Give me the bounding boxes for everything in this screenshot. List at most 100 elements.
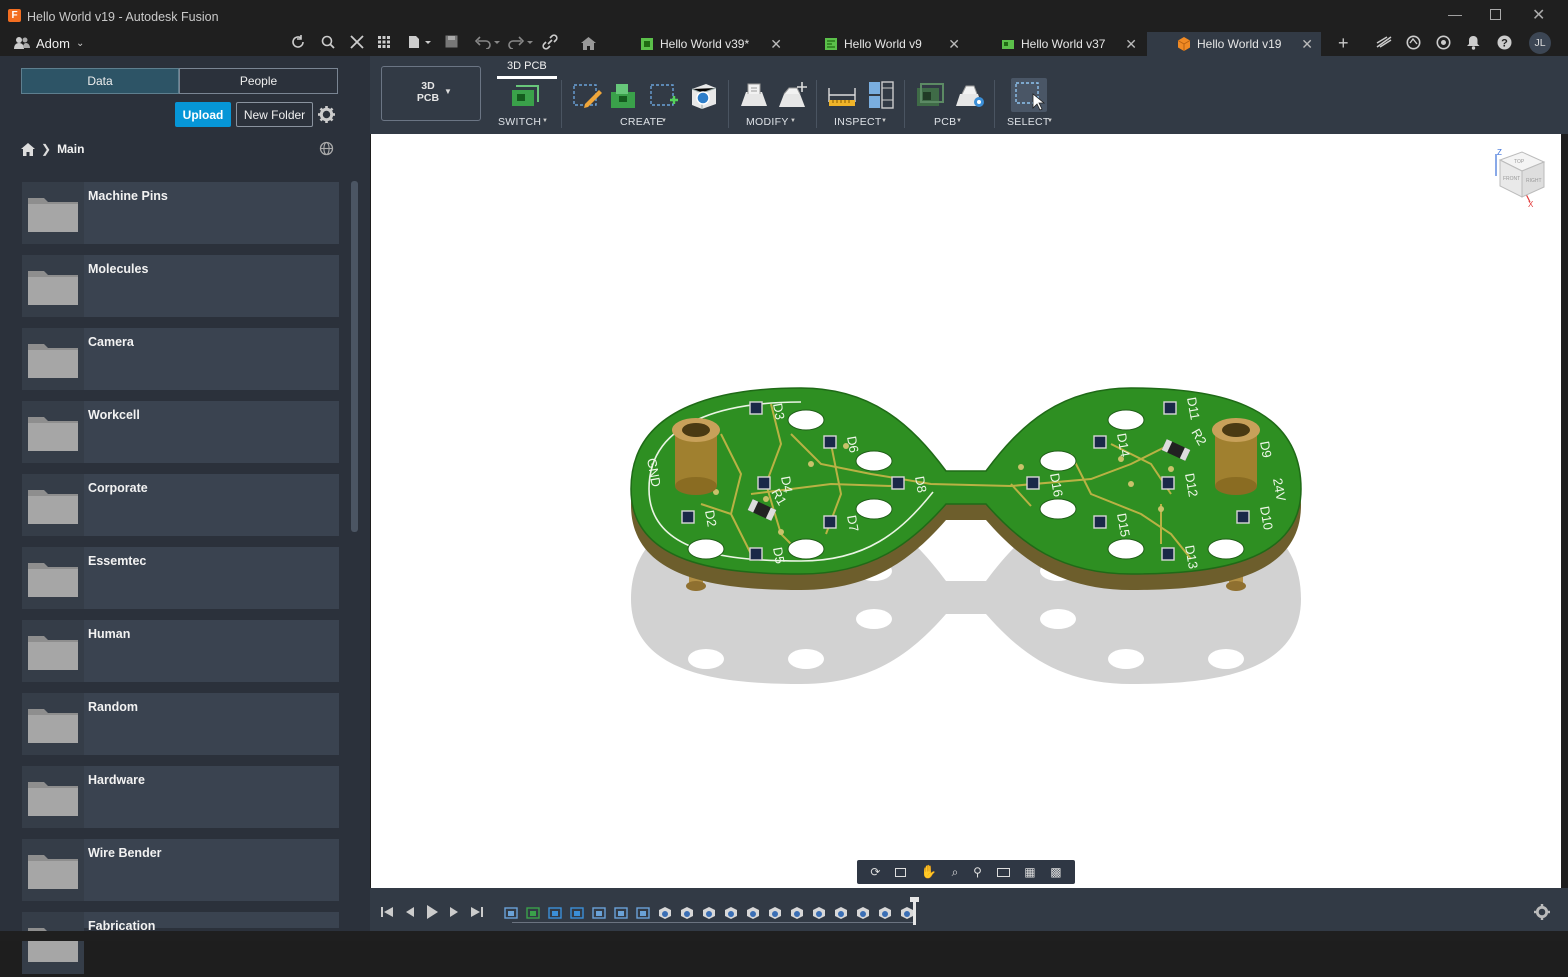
home-icon[interactable] [21, 142, 35, 156]
modify-group-label[interactable]: MODIFY [746, 116, 789, 128]
close-tab-icon[interactable]: ✕ [770, 36, 782, 53]
team-switcher[interactable]: Adom ⌄ [14, 34, 84, 52]
press-pull-icon[interactable] [738, 80, 770, 110]
folder-item[interactable]: Machine Pins [22, 182, 339, 244]
home-icon[interactable] [581, 37, 596, 50]
zoom-icon[interactable]: ⌕ [952, 865, 959, 880]
tab-hello-world-v39[interactable]: Hello World v39* ✕ [634, 32, 790, 56]
create-group-label[interactable]: CREATE [620, 116, 664, 128]
close-tab-icon[interactable]: ✕ [1301, 36, 1313, 53]
barrel-connector-left[interactable] [672, 418, 720, 495]
close-tab-icon[interactable]: ✕ [948, 36, 960, 53]
data-toggle-button[interactable]: Data [21, 68, 179, 94]
barrel-connector-right[interactable] [1212, 418, 1260, 495]
folder-item[interactable]: Hardware [22, 766, 339, 828]
timeline-feature-icon[interactable] [548, 906, 562, 920]
timeline-feature-icon[interactable] [878, 906, 892, 920]
timeline-feature-icon[interactable] [636, 906, 650, 920]
timeline-feature-icon[interactable] [768, 906, 782, 920]
measure-icon[interactable] [826, 80, 858, 110]
move-icon[interactable] [776, 80, 810, 110]
3d-viewport[interactable]: GND 24V D3 D6 D4 D2 R1 D5 D7 D8 D11 D14 … [371, 134, 1561, 888]
timeline-feature-icon[interactable] [746, 906, 760, 920]
notification-bell-icon[interactable] [1467, 35, 1480, 50]
display-settings-icon[interactable] [996, 867, 1010, 877]
extensions-icon[interactable] [1376, 36, 1392, 48]
tab-hello-world-v37[interactable]: Hello World v37 ✕ [995, 32, 1145, 56]
globe-icon[interactable] [319, 141, 334, 156]
people-toggle-button[interactable]: People [179, 68, 338, 94]
look-at-icon[interactable] [895, 867, 907, 877]
upload-button[interactable]: Upload [175, 102, 231, 127]
folder-item[interactable]: Molecules [22, 255, 339, 317]
breadcrumb-current[interactable]: Main [57, 142, 84, 156]
save-icon[interactable] [445, 35, 458, 48]
timeline-feature-icon[interactable] [834, 906, 848, 920]
switch-board-icon[interactable] [508, 82, 540, 110]
create-component-icon[interactable] [608, 80, 640, 110]
folder-item[interactable]: Random [22, 693, 339, 755]
folder-item[interactable]: Human [22, 620, 339, 682]
search-icon[interactable] [321, 35, 335, 49]
timeline-last-icon[interactable] [470, 905, 484, 919]
job-status-icon[interactable] [1406, 35, 1421, 50]
timeline-feature-icon[interactable] [680, 906, 694, 920]
undo-icon[interactable] [475, 35, 501, 49]
select-button[interactable] [1011, 78, 1047, 112]
inspect-group-label[interactable]: INSPECT [834, 116, 882, 128]
tab-hello-world-v9[interactable]: Hello World v9 ✕ [818, 32, 968, 56]
tab-hello-world-v19[interactable]: Hello World v19 ✕ [1147, 32, 1321, 56]
refresh-icon[interactable] [291, 35, 305, 49]
pan-icon[interactable]: ✋ [921, 864, 937, 880]
folder-item[interactable]: Essemtec [22, 547, 339, 609]
timeline-feature-icon[interactable] [790, 906, 804, 920]
pcb-3d-model[interactable]: GND 24V D3 D6 D4 D2 R1 D5 D7 D8 D11 D14 … [371, 134, 1561, 888]
pcb-settings-icon[interactable] [954, 80, 988, 110]
timeline-feature-icon[interactable] [614, 906, 628, 920]
timeline-first-icon[interactable] [380, 905, 394, 919]
timeline-feature-icon[interactable] [570, 906, 584, 920]
fit-icon[interactable]: ⚲ [973, 865, 982, 879]
folder-item[interactable]: Workcell [22, 401, 339, 463]
new-folder-button[interactable]: New Folder [236, 102, 313, 127]
gear-icon[interactable] [318, 106, 335, 123]
timeline-feature-icon[interactable] [658, 906, 672, 920]
workspace-switcher[interactable]: 3D PCB ▼ [381, 66, 481, 121]
timeline-feature-icon[interactable] [504, 906, 518, 920]
file-menu-icon[interactable] [408, 35, 432, 49]
folder-item[interactable]: Fabrication [22, 912, 339, 974]
redo-icon[interactable] [508, 35, 534, 49]
switch-group-label[interactable]: SWITCH [498, 116, 541, 128]
timeline-feature-icon[interactable] [592, 906, 606, 920]
folder-item[interactable]: Corporate [22, 474, 339, 536]
close-tab-icon[interactable]: ✕ [1125, 36, 1137, 53]
close-window-button[interactable]: ✕ [1532, 5, 1545, 25]
timeline-feature-icon[interactable] [856, 906, 870, 920]
timeline-feature-icon[interactable] [526, 906, 540, 920]
select-group-label[interactable]: SELECT [1007, 116, 1050, 128]
interference-icon[interactable] [866, 80, 896, 110]
timeline-feature-icon[interactable] [724, 906, 738, 920]
sketch-icon[interactable] [571, 80, 603, 110]
close-panel-icon[interactable] [350, 35, 364, 49]
avatar[interactable]: JL [1529, 32, 1551, 54]
timeline-settings-icon[interactable] [1534, 904, 1550, 920]
viewports-icon[interactable]: ▩ [1050, 865, 1061, 879]
timeline-feature-icon[interactable] [702, 906, 716, 920]
extrude-icon[interactable] [688, 80, 720, 110]
viewcube[interactable]: Z X TOP FRONT RIGHT [1486, 146, 1552, 212]
ribbon-tab-3d-pcb[interactable]: 3D PCB [507, 60, 547, 72]
pcb-group-label[interactable]: PCB [934, 116, 957, 128]
scrollbar[interactable] [351, 181, 358, 532]
create-outline-icon[interactable] [648, 80, 680, 110]
timeline-play-icon[interactable] [425, 904, 439, 920]
grid-icon[interactable]: ▦ [1024, 865, 1035, 879]
folder-item[interactable]: Camera [22, 328, 339, 390]
minimize-button[interactable]: — [1448, 6, 1462, 22]
apps-grid-icon[interactable] [378, 36, 390, 48]
orbit-icon[interactable]: ⟳ [870, 865, 880, 879]
pcb-push-icon[interactable] [914, 80, 946, 110]
timeline-previous-icon[interactable] [403, 905, 417, 919]
timeline-marker[interactable] [913, 899, 916, 925]
history-icon[interactable] [1436, 35, 1451, 50]
